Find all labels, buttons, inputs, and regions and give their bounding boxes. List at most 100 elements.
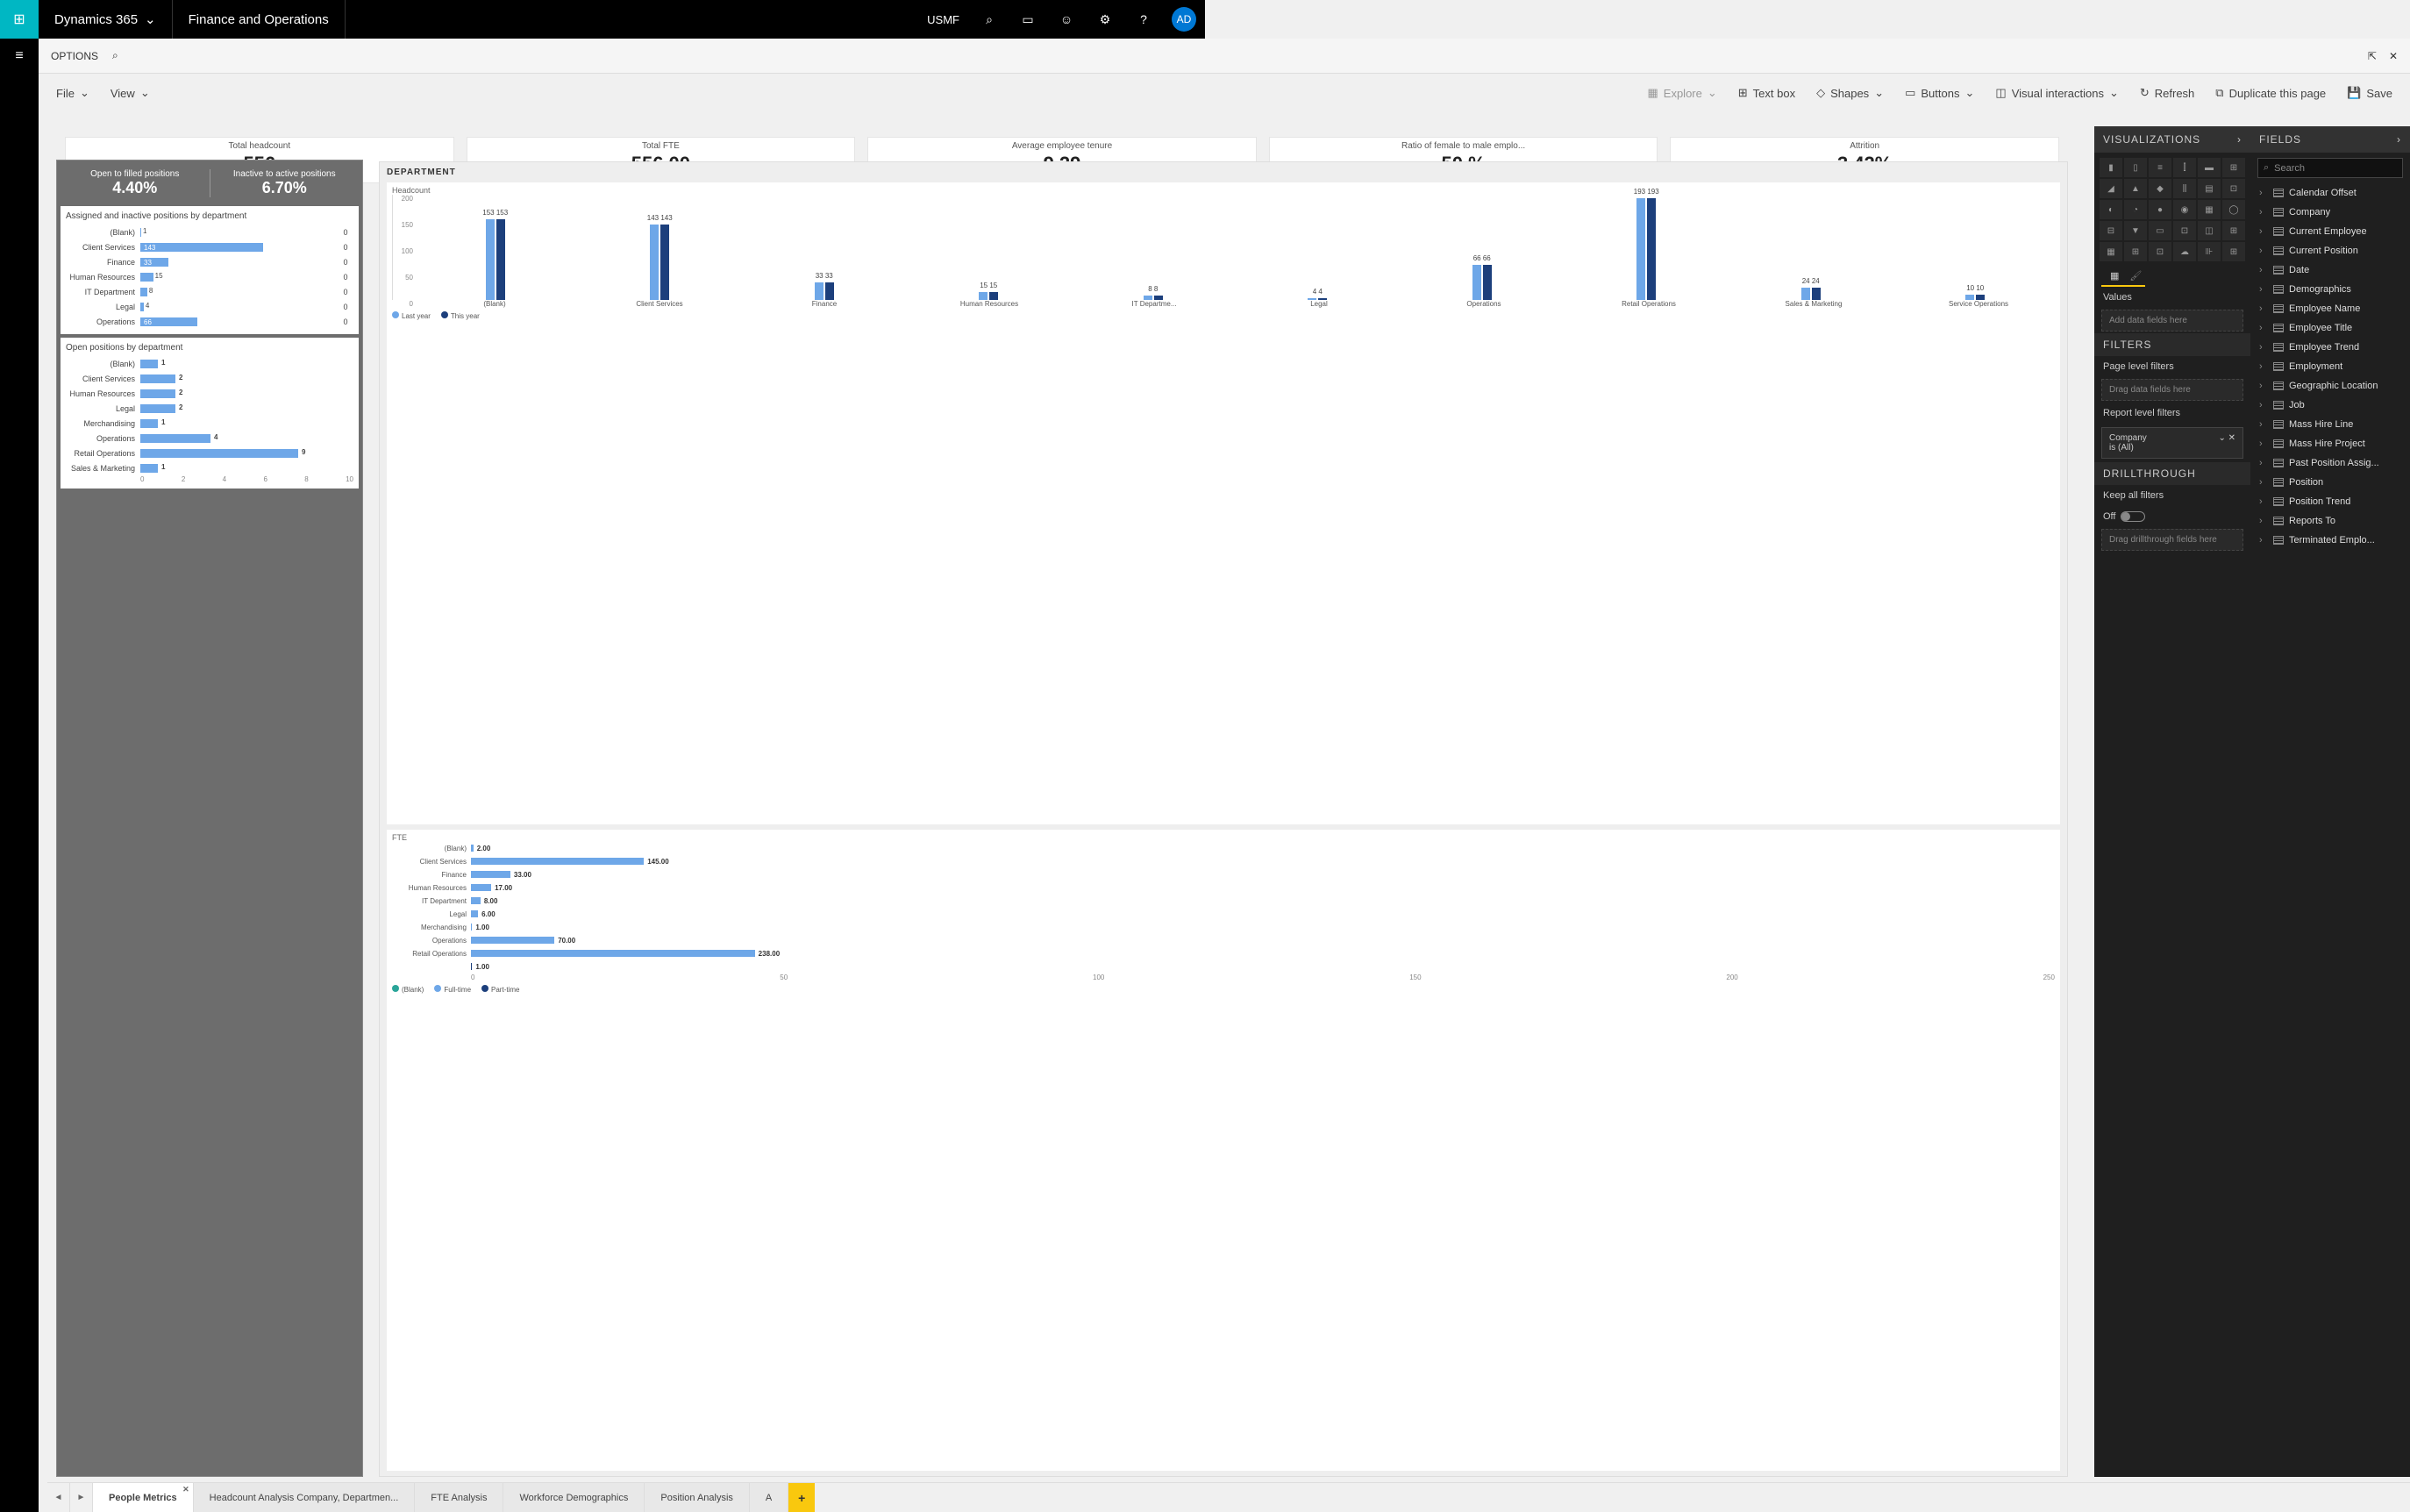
user-avatar[interactable]: AD <box>1172 7 1196 32</box>
format-tab-icon[interactable]: 🖌 <box>2129 270 2142 282</box>
search-page-icon[interactable]: ⌕ <box>112 49 118 62</box>
field-table[interactable]: ›Geographic Location <box>2250 376 2410 396</box>
viz-type-icon[interactable]: ▲ <box>2124 179 2147 198</box>
tabs-prev-icon[interactable]: ◄ <box>47 1483 70 1512</box>
report-tab[interactable]: Workforce Demographics <box>503 1483 645 1512</box>
field-table[interactable]: ›Calendar Offset <box>2250 183 2410 203</box>
field-table[interactable]: ›Past Position Assig... <box>2250 453 2410 473</box>
visualizations-header[interactable]: VISUALIZATIONS› <box>2094 126 2250 153</box>
viz-type-icon[interactable]: ⊞ <box>2222 158 2245 177</box>
explore-button[interactable]: ▦ Explore ⌄ <box>1647 86 1716 100</box>
report-tab[interactable]: People Metrics✕ <box>93 1483 194 1512</box>
fields-tab-icon[interactable]: ▦ <box>2110 270 2119 282</box>
assigned-inactive-chart[interactable]: Assigned and inactive positions by depar… <box>61 206 359 334</box>
viz-type-icon[interactable]: ◉ <box>2173 200 2196 219</box>
viz-type-icon[interactable]: ⫼ <box>2173 179 2196 198</box>
viz-type-icon[interactable]: ▤ <box>2198 179 2221 198</box>
viz-type-icon[interactable]: ⊞ <box>2124 242 2147 261</box>
tabs-next-icon[interactable]: ► <box>70 1483 93 1512</box>
settings-icon[interactable]: ⚙ <box>1086 0 1124 39</box>
messages-icon[interactable]: ▭ <box>1009 0 1047 39</box>
values-well[interactable]: Add data fields here <box>2101 310 2243 332</box>
fte-chart[interactable]: FTE (Blank)2.00Client Services145.00Fina… <box>387 830 2060 1472</box>
add-page-button[interactable]: + <box>788 1483 815 1512</box>
field-table[interactable]: ›Terminated Emplo... <box>2250 531 2410 550</box>
viz-type-icon[interactable]: ◫ <box>2198 221 2221 240</box>
app-launcher-icon[interactable]: ⊞ <box>0 0 39 39</box>
buttons-button[interactable]: ▭ Buttons ⌄ <box>1905 86 1974 100</box>
viz-type-icon[interactable]: ☁ <box>2173 242 2196 261</box>
search-icon[interactable]: ⌕ <box>970 0 1009 39</box>
report-tabs: ◄ ► People Metrics✕Headcount Analysis Co… <box>47 1482 2410 1512</box>
viz-type-icon[interactable]: ◢ <box>2100 179 2122 198</box>
viz-type-icon[interactable]: ≡ <box>2149 158 2171 177</box>
viz-type-icon[interactable]: ◔ <box>2124 200 2147 219</box>
field-table[interactable]: ›Position Trend <box>2250 492 2410 511</box>
viz-type-icon[interactable]: ▮ <box>2100 158 2122 177</box>
viz-type-icon[interactable]: ◆ <box>2149 179 2171 198</box>
viz-type-icon[interactable]: ● <box>2149 200 2171 219</box>
shapes-button[interactable]: ◇ Shapes ⌄ <box>1816 86 1884 100</box>
file-menu[interactable]: File ⌄ <box>56 86 89 100</box>
report-tab[interactable]: Headcount Analysis Company, Departmen... <box>194 1483 416 1512</box>
field-table[interactable]: ›Company <box>2250 203 2410 222</box>
field-table[interactable]: ›Employment <box>2250 357 2410 376</box>
open-positions-chart[interactable]: Open positions by department (Blank)1Cli… <box>61 338 359 489</box>
refresh-button[interactable]: ↻ Refresh <box>2140 86 2194 100</box>
page-filters-well[interactable]: Drag data fields here <box>2101 379 2243 401</box>
field-table[interactable]: ›Position <box>2250 473 2410 492</box>
field-table[interactable]: ›Demographics <box>2250 280 2410 299</box>
field-table[interactable]: ›Job <box>2250 396 2410 415</box>
company-filter[interactable]: Company⌄ ✕ is (All) <box>2101 427 2243 459</box>
brand-dropdown[interactable]: Dynamics 365⌄ <box>39 0 173 39</box>
fields-search-input[interactable]: ⌕ Search <box>2257 158 2403 178</box>
help-icon[interactable]: ? <box>1124 0 1163 39</box>
field-table[interactable]: ›Reports To <box>2250 511 2410 531</box>
visual-interactions-button[interactable]: ◫ Visual interactions ⌄ <box>1995 86 2118 100</box>
popout-icon[interactable]: ⇱ <box>2368 50 2377 62</box>
view-menu[interactable]: View ⌄ <box>111 86 150 100</box>
report-tab[interactable]: Position Analysis <box>645 1483 750 1512</box>
field-table[interactable]: ›Mass Hire Project <box>2250 434 2410 453</box>
viz-type-icon[interactable]: ⊟ <box>2100 221 2122 240</box>
chevron-right-icon[interactable]: › <box>2237 133 2242 146</box>
duplicate-button[interactable]: ⧉ Duplicate this page <box>2215 86 2326 100</box>
viz-type-icon[interactable]: ▼ <box>2124 221 2147 240</box>
viz-type-icon[interactable]: ⊞ <box>2222 221 2245 240</box>
options-button[interactable]: OPTIONS <box>51 50 98 62</box>
field-table[interactable]: ›Mass Hire Line <box>2250 415 2410 434</box>
feedback-icon[interactable]: ☺ <box>1047 0 1086 39</box>
textbox-button[interactable]: ⊞ Text box <box>1738 86 1795 100</box>
viz-type-icon[interactable]: ◯ <box>2222 200 2245 219</box>
viz-type-icon[interactable]: ▬ <box>2198 158 2221 177</box>
drillthrough-well[interactable]: Drag drillthrough fields here <box>2101 529 2243 551</box>
viz-type-icon[interactable]: ⊡ <box>2149 242 2171 261</box>
chevron-right-icon[interactable]: › <box>2397 133 2401 146</box>
viz-type-icon[interactable]: ◐ <box>2100 200 2122 219</box>
viz-type-icon[interactable]: ⊪ <box>2198 242 2221 261</box>
viz-type-icon[interactable]: ▯ <box>2124 158 2147 177</box>
viz-type-icon[interactable]: ▭ <box>2149 221 2171 240</box>
viz-type-icon[interactable]: ⊡ <box>2173 221 2196 240</box>
viz-type-icon[interactable]: ▦ <box>2198 200 2221 219</box>
close-icon[interactable]: ✕ <box>2389 50 2398 62</box>
visualization-picker[interactable]: ▮▯≡⫿▬⊞◢▲◆⫼▤⊡◐◔●◉▦◯⊟▼▭⊡◫⊞▦⊞⊡☁⊪⊞ <box>2094 153 2250 267</box>
field-table[interactable]: ›Current Position <box>2250 241 2410 260</box>
headcount-chart[interactable]: Headcount 200150100500 153 153143 14333 … <box>387 182 2060 824</box>
company-code[interactable]: USMF <box>916 13 970 26</box>
field-table[interactable]: ›Employee Name <box>2250 299 2410 318</box>
field-table[interactable]: ›Current Employee <box>2250 222 2410 241</box>
viz-type-icon[interactable]: ⊞ <box>2222 242 2245 261</box>
report-tab[interactable]: FTE Analysis <box>415 1483 503 1512</box>
keep-filters-toggle[interactable]: Off <box>2094 506 2250 527</box>
field-table[interactable]: ›Employee Trend <box>2250 338 2410 357</box>
viz-type-icon[interactable]: ⫿ <box>2173 158 2196 177</box>
viz-type-icon[interactable]: ⊡ <box>2222 179 2245 198</box>
viz-type-icon[interactable]: ▦ <box>2100 242 2122 261</box>
field-table[interactable]: ›Employee Title <box>2250 318 2410 338</box>
save-button[interactable]: 💾 Save <box>2347 86 2392 100</box>
hamburger-icon[interactable]: ≡ <box>0 39 39 74</box>
field-table[interactable]: ›Date <box>2250 260 2410 280</box>
fields-header[interactable]: FIELDS› <box>2250 126 2410 153</box>
report-tab[interactable]: A <box>750 1483 788 1512</box>
